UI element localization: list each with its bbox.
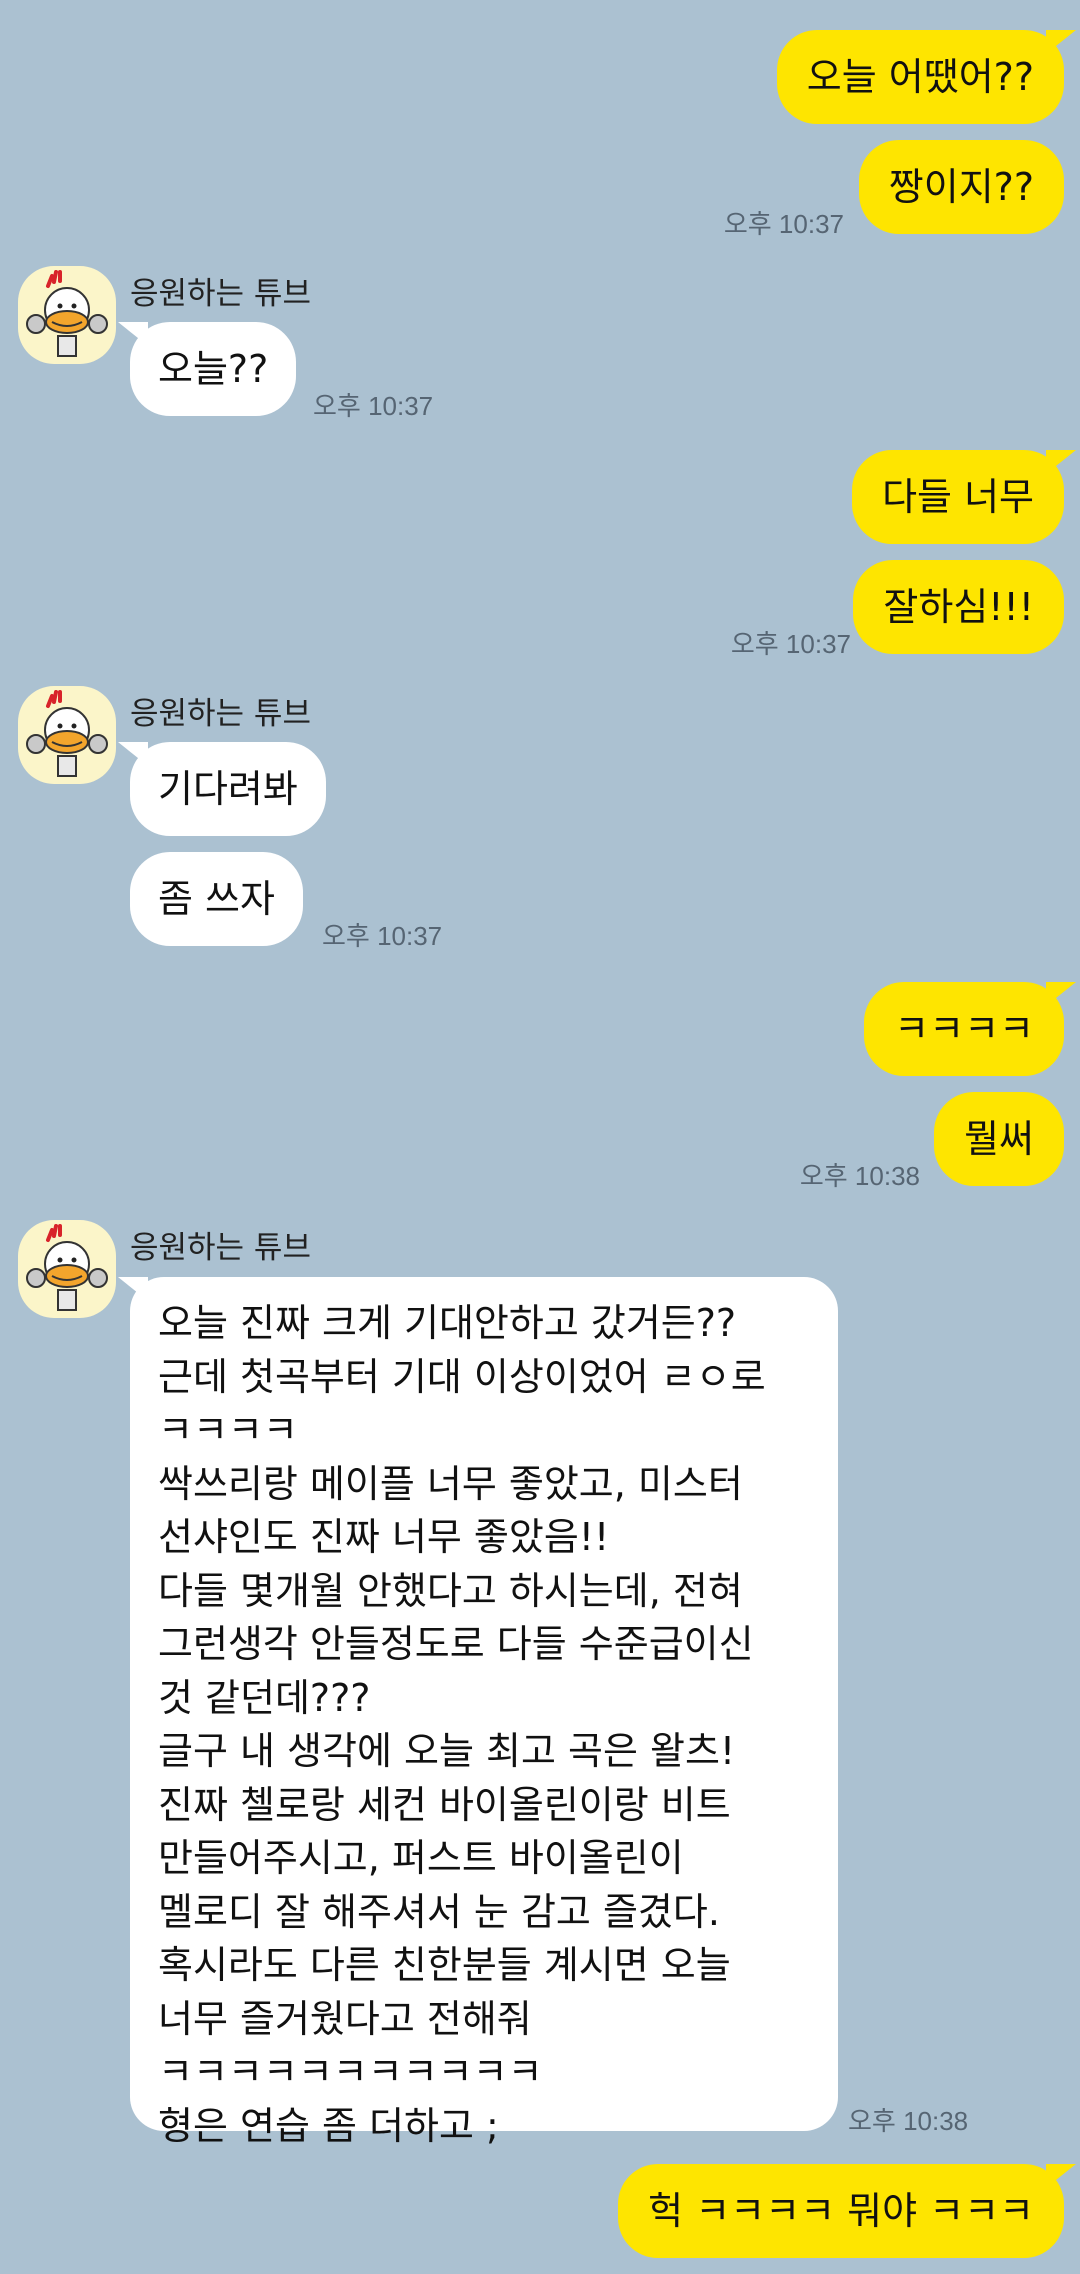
- message-timestamp: 오후 10:37: [313, 391, 434, 421]
- contact-avatar[interactable]: [18, 266, 116, 364]
- my-message-bubble[interactable]: 오늘 어땠어??: [776, 30, 1077, 124]
- message-timestamp: 오후 10:37: [322, 921, 443, 951]
- my-message-bubble[interactable]: 다들 너무: [852, 450, 1076, 544]
- contact-name: 응원하는 튜브: [130, 276, 311, 312]
- my-message-bubble[interactable]: 짱이지??: [858, 140, 1064, 234]
- message-line: ㅋㅋㅋㅋㅋㅋㅋㅋㅋㅋㅋ: [158, 2050, 543, 2094]
- message-line: ㅋㅋㅋㅋ: [158, 1408, 298, 1452]
- message-timestamp: 오후 10:38: [799, 1161, 920, 1191]
- message-timestamp: 오후 10:37: [730, 629, 851, 659]
- my-message-bubble[interactable]: 잘하심!!!: [853, 560, 1064, 654]
- message-timestamp: 오후 10:37: [723, 209, 844, 239]
- message-line: 오늘 진짜 크게 기대안하고 갔거든??: [158, 1301, 737, 1345]
- contact-avatar[interactable]: [18, 686, 116, 784]
- message-line: 글구 내 생각에 오늘 최고 곡은 왈츠!: [158, 1729, 736, 1773]
- message-line: 멜로디 잘 해주셔서 눈 감고 즐겼다.: [158, 1889, 720, 1934]
- message-line: 너무 즐거웠다고 전해줘: [158, 1996, 532, 2041]
- message-line: 그런생각 안들정도로 다들 수준급이신: [158, 1622, 754, 1666]
- other-message-bubble-long[interactable]: 오늘 진짜 크게 기대안하고 갔거든?? 근데 첫곡부터 기대 이상이었어 ㄹㅇ…: [118, 1277, 838, 2148]
- message-line: 선샤인도 진짜 너무 좋았음!!: [158, 1515, 610, 1559]
- other-message-bubble[interactable]: 기다려봐: [118, 742, 326, 836]
- contact-name: 응원하는 튜브: [130, 1230, 311, 1266]
- message-line: 다들 몇개월 안했다고 하시는데, 전혀: [158, 1568, 743, 1613]
- other-message-bubble[interactable]: 오늘??: [117, 322, 297, 416]
- my-message-bubble[interactable]: 헉 ㅋㅋㅋㅋ 뭐야 ㅋㅋㅋ: [618, 2164, 1076, 2258]
- message-line: 형은 연습 좀 더하고 ;: [158, 2103, 499, 2148]
- tube-character-icon: [26, 690, 108, 777]
- message-line: 싹쓰리랑 메이플 너무 좋았고, 미스터: [158, 1461, 743, 1506]
- tube-character-icon: [26, 270, 108, 357]
- message-timestamp: 오후 10:38: [848, 2106, 969, 2136]
- my-message-bubble[interactable]: ㅋㅋㅋㅋ: [864, 982, 1076, 1076]
- message-line: 것 같던데???: [158, 1675, 371, 1720]
- message-line: 진짜 첼로랑 세컨 바이올린이랑 비트: [158, 1782, 731, 1827]
- contact-name: 응원하는 튜브: [130, 696, 311, 732]
- my-message-bubble[interactable]: 뭘써: [934, 1092, 1064, 1186]
- message-line: 만들어주시고, 퍼스트 바이올린이: [158, 1836, 684, 1880]
- message-line: 혹시라도 다른 친한분들 계시면 오늘: [158, 1943, 731, 1987]
- other-message-bubble[interactable]: 좀 쓰자: [130, 852, 303, 946]
- message-line: 근데 첫곡부터 기대 이상이었어 ㄹㅇ로: [158, 1354, 766, 1399]
- contact-avatar[interactable]: [18, 1220, 116, 1318]
- tube-character-icon: [26, 1224, 108, 1311]
